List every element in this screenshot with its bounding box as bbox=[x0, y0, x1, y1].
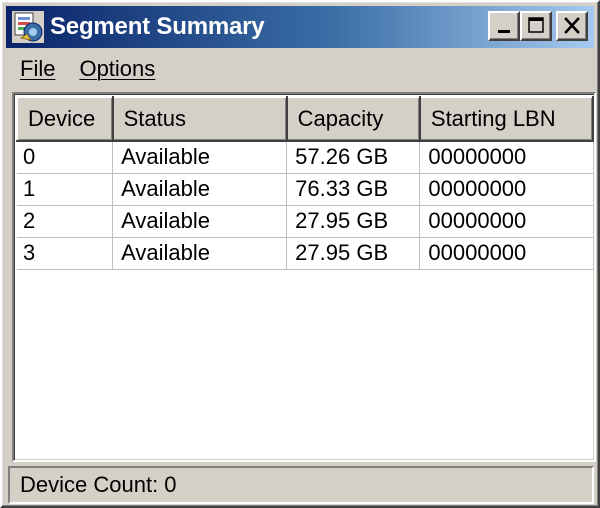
device-table: Device Status Capacity Starting LBN 0 Av… bbox=[16, 96, 594, 270]
cell-starting-lbn: 00000000 bbox=[419, 173, 594, 206]
cell-device: 2 bbox=[17, 205, 114, 238]
title-bar[interactable]: Segment Summary bbox=[6, 6, 594, 48]
cell-capacity: 27.95 GB bbox=[286, 205, 421, 238]
column-header-device[interactable]: Device bbox=[16, 96, 114, 142]
caption-buttons bbox=[488, 11, 588, 41]
menu-file-label: File bbox=[20, 56, 56, 81]
cell-starting-lbn: 00000000 bbox=[419, 205, 594, 238]
close-button[interactable] bbox=[556, 11, 588, 41]
menu-options-label: Options bbox=[79, 56, 156, 81]
cell-status: Available bbox=[112, 237, 288, 270]
menu-bar: File Options bbox=[6, 50, 594, 88]
device-count-text: Device Count: 0 bbox=[20, 472, 177, 497]
header-row: Device Status Capacity Starting LBN bbox=[16, 96, 594, 142]
table-row[interactable]: 1 Available 76.33 GB 00000000 bbox=[17, 173, 594, 206]
window-title: Segment Summary bbox=[50, 13, 265, 40]
column-header-starting-lbn[interactable]: Starting LBN bbox=[418, 96, 594, 142]
table-row[interactable]: 2 Available 27.95 GB 00000000 bbox=[17, 205, 594, 238]
menu-options[interactable]: Options bbox=[67, 52, 167, 86]
table-row[interactable]: 3 Available 27.95 GB 00000000 bbox=[17, 237, 594, 270]
menu-file[interactable]: File bbox=[6, 52, 67, 86]
cell-capacity: 57.26 GB bbox=[286, 141, 421, 174]
status-bar: Device Count: 0 bbox=[8, 466, 594, 504]
cell-status: Available bbox=[112, 205, 288, 238]
cell-status: Available bbox=[112, 141, 288, 174]
column-header-status[interactable]: Status bbox=[111, 96, 288, 142]
cell-capacity: 76.33 GB bbox=[286, 173, 421, 206]
cell-starting-lbn: 00000000 bbox=[419, 237, 594, 270]
segment-summary-window: Segment Summary File Options Device Stat… bbox=[0, 0, 600, 508]
cell-starting-lbn: 00000000 bbox=[419, 141, 594, 174]
cell-device: 0 bbox=[17, 141, 114, 174]
minimize-icon bbox=[498, 30, 510, 33]
maximize-button[interactable] bbox=[520, 11, 552, 41]
table-row[interactable]: 0 Available 57.26 GB 00000000 bbox=[17, 141, 594, 174]
cell-capacity: 27.95 GB bbox=[286, 237, 421, 270]
close-icon bbox=[564, 17, 580, 34]
cell-status: Available bbox=[112, 173, 288, 206]
device-list[interactable]: Device Status Capacity Starting LBN 0 Av… bbox=[12, 92, 596, 462]
cell-device: 1 bbox=[17, 173, 114, 206]
cell-device: 3 bbox=[17, 237, 114, 270]
minimize-button[interactable] bbox=[488, 11, 520, 41]
maximize-icon bbox=[528, 17, 544, 33]
column-header-capacity[interactable]: Capacity bbox=[285, 96, 421, 142]
app-icon bbox=[12, 11, 44, 43]
